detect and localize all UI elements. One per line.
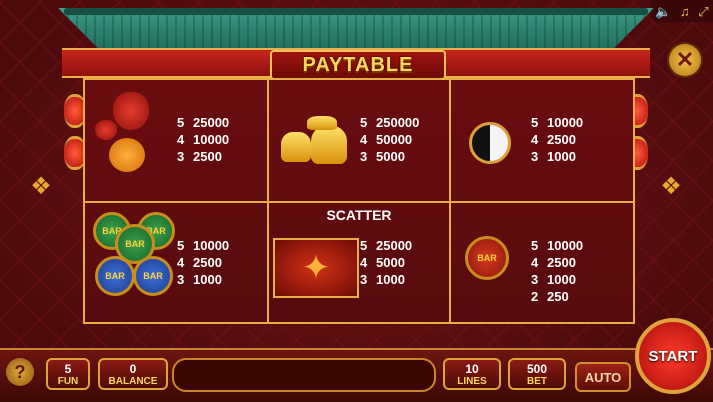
pay-row: 4 10000 bbox=[177, 132, 230, 147]
pay-row: 3 1000 bbox=[360, 272, 405, 287]
paytable-grid: 5 25000 4 10000 3 2500 5 250000 4 50000 3 5000… bbox=[83, 78, 635, 324]
bar-coin-icon: BAR bbox=[95, 256, 135, 296]
pay-row: 5 10000 bbox=[177, 238, 230, 253]
lines-value: 10 bbox=[465, 362, 479, 376]
bet-value: 500 bbox=[526, 362, 548, 376]
page-title: PAYTABLE bbox=[302, 53, 414, 76]
pay-row: 3 1000 bbox=[531, 272, 576, 287]
pay-row: 3 5000 bbox=[360, 149, 405, 164]
bet-label: BET bbox=[527, 376, 547, 387]
pay-row: 3 1000 bbox=[177, 272, 222, 287]
close-button[interactable]: ✕ bbox=[669, 44, 701, 76]
start-button[interactable]: START bbox=[635, 318, 711, 394]
gold-ingot-icon bbox=[281, 132, 311, 162]
lines-button[interactable]: 10 LINES bbox=[443, 358, 501, 390]
balance-label: BALANCE bbox=[108, 376, 158, 387]
gourd-icon bbox=[109, 138, 145, 172]
help-icon: ? bbox=[14, 361, 26, 382]
fun-counter[interactable]: 5 FUN bbox=[46, 358, 90, 390]
bar-coin-icon: BAR bbox=[465, 236, 509, 280]
top-icon-bar: 🔈 ♫ ⤢ bbox=[651, 0, 713, 22]
chinese-knot-icon: ❖ bbox=[30, 173, 52, 200]
close-icon: ✕ bbox=[675, 47, 695, 72]
scatter-label: SCATTER bbox=[326, 207, 392, 223]
music-note-icon[interactable]: ♫ bbox=[680, 5, 690, 18]
speaker-icon[interactable]: 🔈 bbox=[655, 5, 671, 18]
lines-label: LINES bbox=[457, 376, 487, 387]
lucky-bag-icon bbox=[113, 92, 149, 130]
help-button[interactable]: ? bbox=[6, 358, 34, 386]
fun-label: FUN bbox=[57, 376, 79, 387]
auto-button[interactable]: AUTO bbox=[575, 362, 631, 392]
bet-button[interactable]: 500 BET bbox=[508, 358, 566, 390]
gold-ingot-icon bbox=[307, 116, 337, 130]
pay-row: 4 50000 bbox=[360, 132, 413, 147]
pay-row: 4 2500 bbox=[531, 132, 576, 147]
lucky-bag-icon bbox=[95, 120, 117, 140]
pay-row: 5 250000 bbox=[360, 115, 420, 130]
pay-row: 3 2500 bbox=[177, 149, 222, 164]
bar-coin-icon: BAR bbox=[133, 256, 173, 296]
gold-ingot-icon bbox=[311, 126, 347, 164]
grid-divider bbox=[85, 201, 633, 203]
pay-row: 4 5000 bbox=[360, 255, 405, 270]
balance-value: 0 bbox=[129, 362, 137, 376]
roof-ridge bbox=[64, 8, 648, 15]
message-bar bbox=[172, 358, 436, 392]
pay-row: 5 10000 bbox=[531, 238, 584, 253]
fullscreen-icon[interactable]: ⤢ bbox=[698, 5, 708, 18]
pay-row: 5 25000 bbox=[177, 115, 230, 130]
fun-value: 5 bbox=[64, 362, 72, 376]
pay-row: 4 2500 bbox=[177, 255, 222, 270]
chinese-knot-icon: ❖ bbox=[660, 173, 682, 200]
title-plate: PAYTABLE bbox=[270, 50, 446, 80]
pay-row: 5 10000 bbox=[531, 115, 584, 130]
phoenix-icon: ✦ bbox=[273, 238, 359, 298]
pay-row: 4 2500 bbox=[531, 255, 576, 270]
balance-display: 0 BALANCE bbox=[98, 358, 168, 390]
pay-row: 3 1000 bbox=[531, 149, 576, 164]
pay-row: 2 250 bbox=[531, 289, 569, 304]
yin-yang-icon bbox=[469, 122, 511, 164]
pay-row: 5 25000 bbox=[360, 238, 413, 253]
